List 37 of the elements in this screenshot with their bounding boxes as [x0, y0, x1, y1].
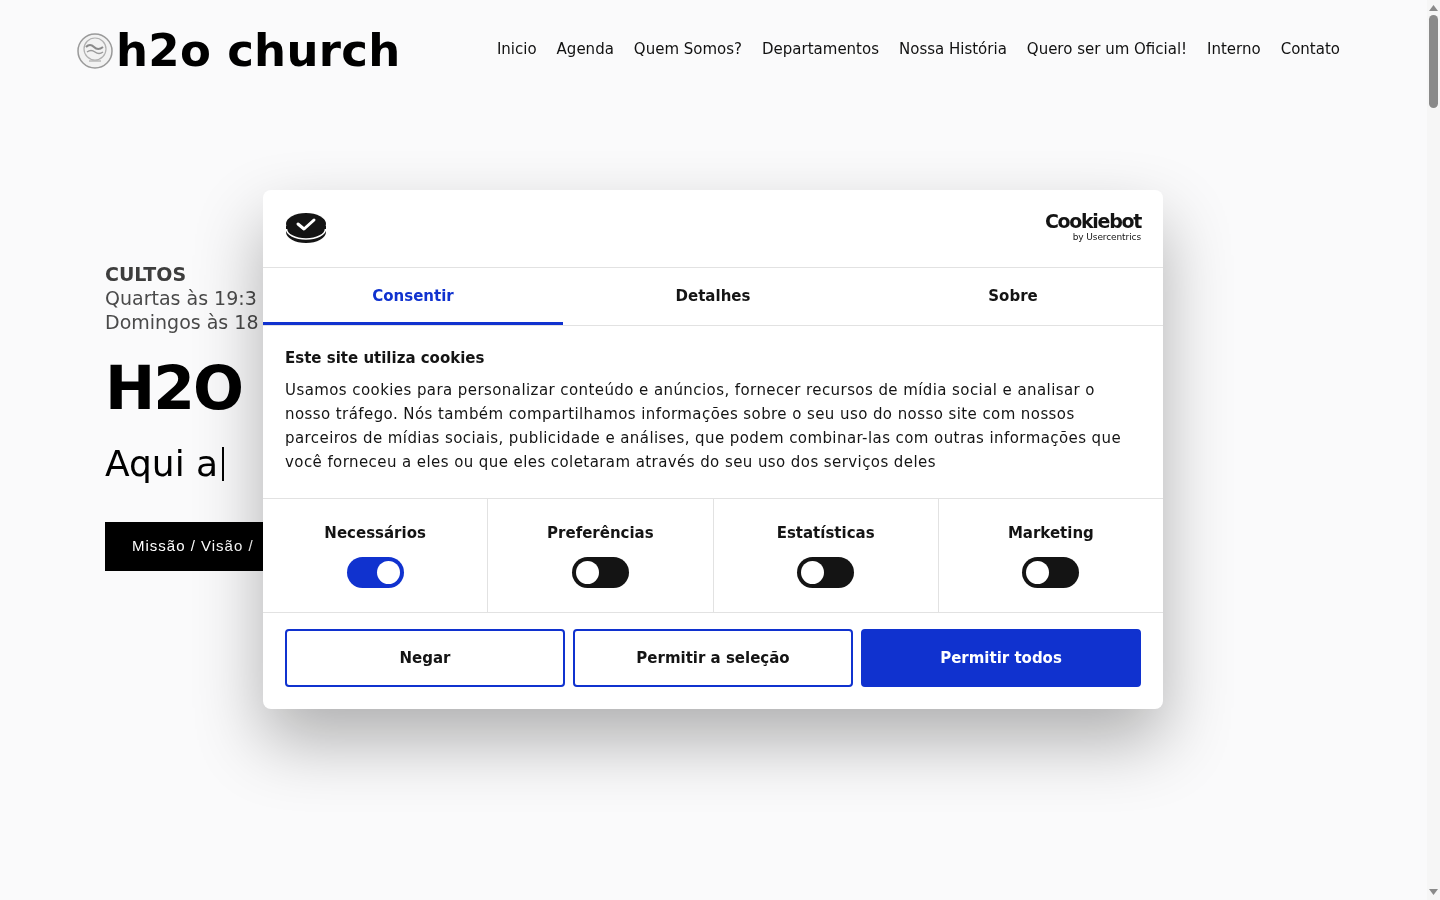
nav-link[interactable]: Nossa História	[899, 38, 1007, 61]
nav-link[interactable]: Quero ser um Oficial!	[1026, 38, 1188, 61]
schedule-line: Domingos às 18	[105, 310, 260, 334]
nav-link[interactable]: Inicio	[496, 38, 537, 61]
nav-link[interactable]: Quem Somos?	[633, 38, 743, 61]
hero-title: H2O	[105, 358, 243, 418]
tab[interactable]: Consentir	[263, 268, 563, 325]
outline-button[interactable]: Negar	[285, 629, 565, 687]
brand-tagline: by Usercentrics	[1072, 233, 1141, 242]
circle-logo-icon	[77, 32, 113, 69]
category-label: Marketing	[1007, 523, 1094, 544]
schedule-heading: CULTOS	[105, 262, 188, 286]
scrollbar-thumb[interactable]	[1429, 15, 1438, 108]
down-arrow-icon	[1429, 889, 1438, 895]
category-label: Estatísticas	[776, 523, 875, 544]
primary-button[interactable]: Permitir todos	[861, 629, 1141, 687]
toggle-switch[interactable]	[346, 557, 404, 588]
nav-link[interactable]: Agenda	[556, 38, 614, 61]
nav-link[interactable]: Interno	[1207, 38, 1261, 61]
schedule-line: Quartas às 19:3	[105, 286, 258, 310]
dialog-heading: Este site utiliza cookies	[285, 348, 486, 369]
checkmark-disc-icon	[285, 212, 327, 245]
typed-text: Aqui a	[105, 446, 219, 482]
logo-text[interactable]: h2o church	[116, 28, 401, 73]
nav-link[interactable]: Contato	[1280, 38, 1340, 61]
toggle-switch[interactable]	[571, 557, 629, 588]
dialog-text: Usamos cookies para personalizar conteúdo e anúncios, fornecer recursos de mídia social e analisar o nosso tráfego. Nós também compartilhamos informações sobre o seu uso do nosso site com nossos parceiros de mídias sociais, publicidade e análises, que podem combinar-las com outras informações que você forneceu a eles ou que eles coletaram através do seu uso dos serviços deles	[285, 380, 1123, 473]
nav-link[interactable]: Departamentos	[762, 38, 879, 61]
outline-button[interactable]: Permitir a seleção	[573, 629, 853, 687]
up-arrow-icon	[1429, 5, 1438, 11]
brand-name: Cookiebot	[1044, 212, 1141, 231]
text-cursor-icon	[222, 447, 225, 481]
toggle-switch[interactable]	[797, 557, 855, 588]
toggle-switch[interactable]	[1022, 557, 1080, 588]
category-label: Preferências	[547, 523, 654, 544]
mission-button[interactable]: Missão / Visão /	[105, 522, 263, 571]
category-label: Necessários	[324, 523, 426, 544]
